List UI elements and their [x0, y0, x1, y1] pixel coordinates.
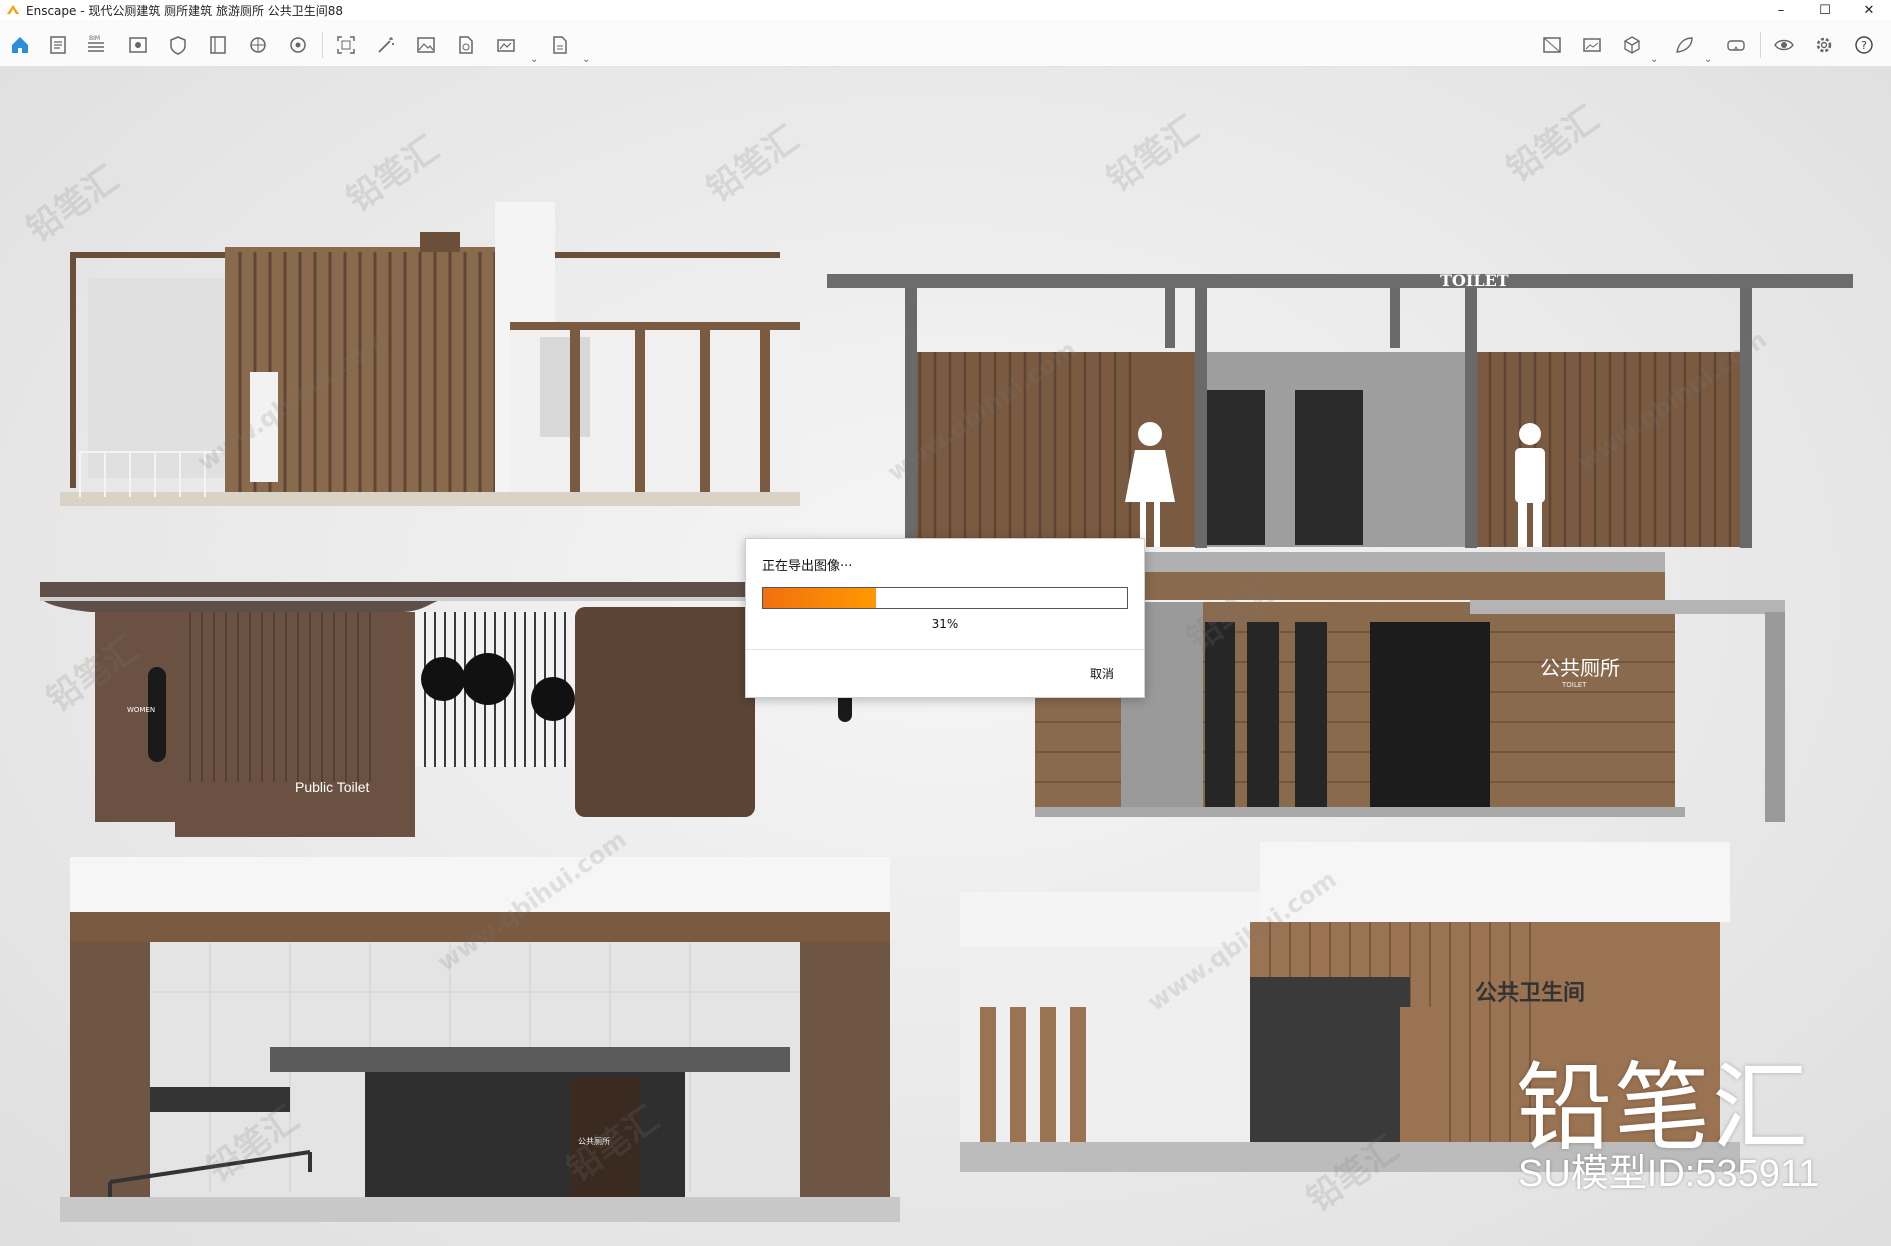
shield-icon[interactable]: [166, 33, 190, 57]
sign-toilet: TOILET: [1440, 271, 1509, 290]
magic-wand-icon[interactable]: [374, 33, 398, 57]
cancel-button[interactable]: 取消: [1090, 665, 1114, 682]
chevron-down-icon[interactable]: ⌄: [1650, 54, 1658, 65]
eye-view-icon[interactable]: [126, 33, 150, 57]
visibility-icon[interactable]: [1772, 33, 1796, 57]
enscape-toolbar: BIM ⌄ ⌄ ⌄ ⌄ ?: [0, 20, 1891, 81]
chevron-down-icon[interactable]: ⌄: [530, 54, 538, 65]
document-icon[interactable]: [46, 33, 70, 57]
maximize-button[interactable]: ☐: [1803, 0, 1847, 20]
video-icon[interactable]: [1580, 33, 1604, 57]
dialog-divider: [746, 649, 1144, 650]
cube-icon[interactable]: [1620, 33, 1644, 57]
bim-label: BIM: [89, 35, 100, 42]
render-image-icon[interactable]: [1540, 33, 1564, 57]
leaf-icon[interactable]: [1672, 33, 1696, 57]
building-top-left: [60, 202, 800, 506]
watermark-text: 铅笔汇: [1099, 108, 1207, 201]
screenshot-icon[interactable]: [334, 33, 358, 57]
help-icon[interactable]: ?: [1852, 33, 1876, 57]
sign-women: WOMEN: [127, 706, 155, 714]
model-id-label: SU模型ID:535911: [1518, 1153, 1820, 1195]
chevron-down-icon[interactable]: ⌄: [582, 54, 590, 65]
batch-export-icon[interactable]: [548, 33, 572, 57]
sign-public-toilet: Public Toilet: [295, 779, 370, 795]
export-progress-fill: [763, 588, 876, 608]
toolbar-separator: [322, 32, 323, 58]
image-icon[interactable]: [414, 33, 438, 57]
atlas-icon[interactable]: [246, 33, 270, 57]
chevron-down-icon[interactable]: ⌄: [1704, 54, 1712, 65]
minimize-button[interactable]: –: [1759, 0, 1803, 20]
home-icon[interactable]: [8, 33, 32, 57]
window-title: Enscape - 现代公厕建筑 厕所建筑 旅游厕所 公共卫生间88: [26, 3, 344, 18]
enscape-logo-icon: [7, 5, 19, 14]
sign-gonggong-cesuo: 公共厕所: [1540, 656, 1620, 680]
sign-gonggong-weishengjian: 公共卫生间: [1475, 981, 1585, 1006]
bim-list-icon[interactable]: BIM: [84, 33, 108, 57]
watermark-text: 铅笔汇: [1499, 98, 1607, 191]
export-file-icon[interactable]: [454, 33, 478, 57]
help-glyph: ?: [1861, 39, 1867, 52]
book-icon[interactable]: [206, 33, 230, 57]
building-bottom-left: 公共厕所: [60, 857, 900, 1222]
panorama-icon[interactable]: [494, 33, 518, 57]
building-top-right: TOILET: [827, 271, 1853, 548]
export-progress-bar: [762, 587, 1128, 609]
toolbar-separator: [1760, 32, 1761, 58]
sign-toilet-small: TOILET: [1561, 681, 1587, 689]
vr-headset-icon[interactable]: [1724, 33, 1748, 57]
export-progress-dialog: 正在导出图像··· 31% 取消: [745, 538, 1145, 698]
export-message: 正在导出图像···: [762, 559, 853, 574]
export-progress-label: 31%: [931, 617, 959, 631]
settings-wheel-icon[interactable]: [286, 33, 310, 57]
gear-icon[interactable]: [1812, 33, 1836, 57]
sign-small-cesuo: 公共厕所: [578, 1136, 610, 1146]
title-bar: Enscape - 现代公厕建筑 厕所建筑 旅游厕所 公共卫生间88 – ☐ ✕: [0, 0, 1891, 20]
close-button[interactable]: ✕: [1847, 0, 1891, 20]
